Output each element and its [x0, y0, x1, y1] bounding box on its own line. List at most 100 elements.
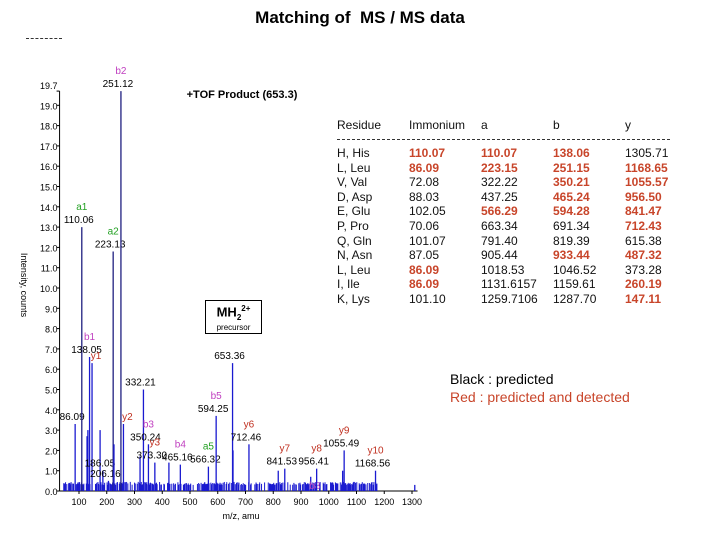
table-cell: 87.05	[409, 248, 440, 263]
table-cell: 72.08	[409, 175, 440, 190]
x-tick-label: 200	[99, 497, 114, 507]
precursor-main: MH	[216, 304, 237, 320]
x-axis-label: m/z, amu	[222, 511, 259, 521]
x-tick-label: 600	[210, 497, 225, 507]
y-axis-label: Intensity, counts	[19, 253, 29, 318]
legend-red: Red : predicted and detected	[450, 389, 630, 405]
table-cell: 251.15	[553, 160, 590, 175]
table-cell: 1168.65	[625, 160, 668, 175]
ion-label: a5	[203, 442, 215, 453]
table-cell: D, Asp	[337, 189, 373, 204]
table-cell: 86.09	[409, 277, 440, 292]
ion-label: y1	[91, 351, 102, 362]
table-cell: 663.34	[481, 219, 518, 233]
ion-label: y6	[244, 419, 255, 430]
table-cell: 223.15	[481, 160, 518, 175]
table-cell: 1131.6157	[481, 277, 537, 292]
precursor-sup: 2+	[241, 304, 251, 313]
table-cell: b	[553, 118, 560, 132]
table-cell: 1305.71	[625, 146, 669, 160]
table-cell: 712.43	[625, 219, 662, 233]
y-tick-label: 0.0	[45, 487, 58, 497]
x-tick-label: 700	[238, 497, 253, 507]
x-tick-label: 300	[127, 497, 142, 507]
y-tick-label: 19.0	[40, 101, 58, 111]
table-cell: 147.11	[625, 292, 662, 306]
table-cell: 933.44	[553, 248, 590, 263]
table-cell: 322.22	[481, 175, 518, 190]
table-cell: 1055.57	[625, 175, 669, 190]
y-tick-label: 16.0	[40, 162, 58, 172]
table-cell: 1018.53	[481, 262, 525, 277]
x-tick-label: 400	[155, 497, 170, 507]
y-tick-label: 9.0	[45, 304, 58, 314]
table-cell: 566.29	[481, 204, 518, 219]
ion-label: y2	[122, 412, 133, 423]
peak-label: 251.12	[103, 79, 134, 90]
table-cell: 1046.52	[553, 262, 597, 277]
slide: Matching of MS / MS data 0.0 1.0 2.0 3.0 4.0…	[0, 0, 720, 540]
y-tick-label: 3.0	[45, 426, 58, 436]
x-tick-label: 1200	[374, 497, 394, 507]
table-cell: 956.50	[625, 189, 662, 204]
ion-label: b1	[84, 332, 96, 343]
y-tick-label: 2.0	[45, 446, 58, 456]
peak-label: 1168.56	[355, 459, 391, 470]
table-cell: 691.34	[553, 219, 590, 233]
table-cell: 1287.70	[553, 292, 597, 306]
table-cell: Immonium	[409, 118, 466, 132]
peak-label: 206.16	[90, 469, 121, 480]
ion-label: b5	[211, 391, 223, 402]
y-tick-label: 10.0	[40, 284, 58, 294]
table-cell: 101.07	[409, 233, 446, 248]
peak-label: 594.25	[198, 404, 229, 415]
table-cell: 487.32	[625, 248, 662, 263]
table-cell: 260.19	[625, 277, 662, 292]
x-tick-label: 800	[266, 497, 281, 507]
y-tick-label: 18.0	[40, 122, 58, 132]
table-cell: H, His	[337, 146, 370, 160]
y-tick-label: 1.0	[45, 467, 58, 477]
precursor-sub: 2	[236, 312, 242, 322]
y-tick-label: 4.0	[45, 406, 58, 416]
peak-label: 465.16	[162, 453, 193, 464]
ion-label: b2	[115, 66, 127, 77]
ion-label: a1	[76, 202, 88, 213]
table-cell: 615.38	[625, 233, 662, 248]
table-cell: K, Lys	[337, 292, 370, 306]
table-divider	[337, 139, 670, 140]
y-tick-label: 14.0	[40, 203, 58, 213]
chart-title: +TOF Product (653.3)	[187, 89, 298, 101]
table-cell: 138.06	[553, 146, 590, 160]
table-cell: 594.28	[553, 204, 590, 219]
table-cell: a	[481, 118, 488, 132]
table-cell: 1159.61	[553, 277, 596, 292]
ion-label: y10	[367, 446, 384, 457]
table-cell: 1259.7106	[481, 292, 538, 306]
y-tick-label: 15.0	[40, 183, 58, 193]
table-cell: 841.47	[625, 204, 662, 219]
table-cell: 86.09	[409, 262, 440, 277]
precursor-caption: precursor	[216, 322, 251, 332]
peak-label: 1055.49	[323, 438, 360, 449]
y-tick-label: 17.0	[40, 142, 58, 152]
x-tick-label: 1100	[347, 497, 366, 507]
y-tick-label: 5.0	[45, 386, 58, 396]
legend: Black : predicted Red : predicted and de…	[450, 370, 630, 406]
x-tick-label: 1300	[402, 497, 422, 507]
peak-label: 653.36	[214, 351, 245, 362]
table-cell: E, Glu	[337, 204, 371, 219]
table-cell: 110.07	[481, 146, 518, 160]
table-cell: P, Pro	[337, 219, 369, 233]
table-cell: 88.03	[409, 189, 440, 204]
y-tick-label: 6.0	[45, 365, 58, 375]
table-cell: 373.28	[625, 262, 662, 277]
table-cell: 819.39	[553, 233, 590, 248]
ion-label: y8	[311, 444, 322, 455]
table-cell: L, Leu	[337, 262, 371, 277]
table-cell: V, Val	[337, 175, 368, 190]
table-cell: N, Asn	[337, 248, 373, 263]
y-tick-label: 11.0	[41, 264, 58, 274]
ion-label: y3	[150, 438, 161, 449]
table-cell: y	[625, 118, 631, 132]
